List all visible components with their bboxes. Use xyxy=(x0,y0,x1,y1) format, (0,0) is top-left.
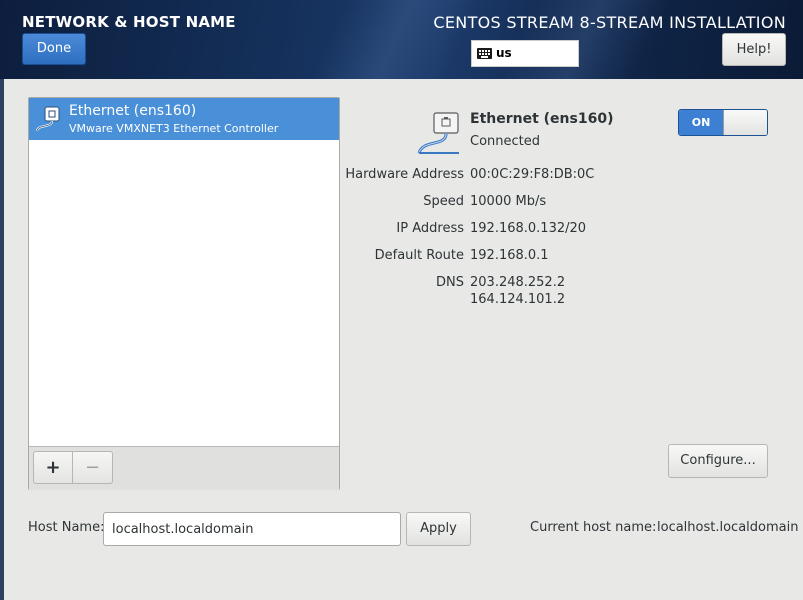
window-edge xyxy=(0,79,4,600)
device-name: Ethernet (ens160) xyxy=(470,111,614,127)
dns-value-primary: 203.248.252.2 xyxy=(470,275,566,290)
hardware-address-value: 00:0C:29:F8:DB:0C xyxy=(470,167,595,182)
help-button[interactable]: Help! xyxy=(722,33,786,66)
switch-on-label: ON xyxy=(679,110,723,135)
remove-connection-button[interactable]: − xyxy=(73,451,113,484)
ethernet-device-icon xyxy=(417,112,459,154)
connection-toggle-switch[interactable]: ON xyxy=(678,109,768,136)
ip-address-label: IP Address xyxy=(396,221,464,236)
connection-list: Ethernet (ens160) VMware VMXNET3 Etherne… xyxy=(28,97,340,490)
add-connection-button[interactable]: + xyxy=(33,451,73,484)
switch-knob xyxy=(723,110,767,135)
hardware-address-label: Hardware Address xyxy=(345,167,464,182)
hostname-input[interactable] xyxy=(103,512,401,546)
list-item-ethernet-ens160[interactable]: Ethernet (ens160) VMware VMXNET3 Etherne… xyxy=(29,98,339,140)
installation-title: CENTOS STREAM 8-STREAM INSTALLATION xyxy=(433,13,786,32)
default-route-value: 192.168.0.1 xyxy=(470,248,549,263)
ip-address-value: 192.168.0.132/20 xyxy=(470,221,587,236)
speed-value: 10000 Mb/s xyxy=(470,194,547,209)
page-title: NETWORK & HOST NAME xyxy=(22,13,236,31)
keyboard-layout-label: us xyxy=(496,46,512,60)
keyboard-layout-indicator[interactable]: us xyxy=(471,40,579,67)
speed-label: Speed xyxy=(423,194,464,209)
header-decoration xyxy=(297,0,483,79)
current-hostname-value: localhost.localdomain xyxy=(657,520,799,535)
default-route-label: Default Route xyxy=(374,248,464,263)
device-status: Connected xyxy=(470,134,541,149)
list-toolbar: + − xyxy=(29,446,339,490)
hostname-label: Host Name: xyxy=(28,520,105,535)
connection-description: VMware VMXNET3 Ethernet Controller xyxy=(69,122,279,135)
configure-button[interactable]: Configure... xyxy=(668,444,768,478)
connection-name: Ethernet (ens160) xyxy=(69,103,197,119)
ethernet-icon xyxy=(35,106,60,132)
done-button[interactable]: Done xyxy=(22,33,86,65)
keyboard-icon xyxy=(477,48,492,59)
dns-label: DNS xyxy=(436,275,464,290)
current-hostname-label: Current host name: xyxy=(530,520,657,535)
dns-value-secondary: 164.124.101.2 xyxy=(470,292,566,307)
header-bar: NETWORK & HOST NAME Done CENTOS STREAM 8… xyxy=(0,0,803,79)
apply-hostname-button[interactable]: Apply xyxy=(406,512,471,546)
